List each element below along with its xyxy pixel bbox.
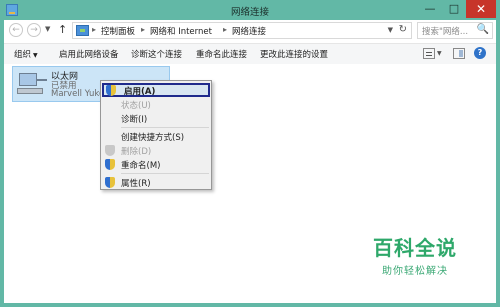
window-frame-bottom (0, 303, 500, 307)
network-cable-shape (37, 79, 47, 81)
menu-item-label: 删除(D) (121, 147, 152, 157)
view-chevron-down-icon[interactable]: ▼ (437, 50, 442, 57)
breadcrumb-separator-icon: ▸ (141, 25, 146, 34)
rename-connection-button[interactable]: 重命名此连接 (196, 48, 247, 60)
address-box[interactable]: ▸ 控制面板 ▸ 网络和 Internet ▸ 网络连接 ▼ ↻ (72, 22, 412, 39)
shield-icon (105, 145, 115, 156)
maximize-button[interactable]: □ (442, 0, 466, 18)
refresh-icon[interactable]: ↻ (399, 24, 407, 35)
shield-icon (106, 85, 116, 96)
organize-label: 组织 (14, 50, 32, 60)
breadcrumb-separator-icon: ▸ (223, 25, 228, 34)
close-button[interactable]: ✕ (466, 0, 496, 18)
menu-item-enable[interactable]: 启用(A) (102, 83, 210, 97)
context-menu: 启用(A) 状态(U) 诊断(I) 创建快捷方式(S) 删除(D) 重命名(M)… (100, 80, 212, 190)
diagnose-connection-button[interactable]: 诊断这个连接 (131, 48, 182, 60)
breadcrumb-separator-icon: ▸ (92, 25, 97, 34)
view-options-icon[interactable] (423, 48, 435, 59)
menu-separator (121, 127, 209, 128)
menu-item-label: 诊断(I) (121, 115, 148, 125)
menu-item-properties[interactable]: 属性(R) (101, 175, 211, 191)
menu-item-label: 创建快捷方式(S) (121, 133, 185, 143)
change-settings-button[interactable]: 更改此连接的设置 (260, 48, 328, 60)
menu-separator (121, 173, 209, 174)
address-bar: ← → ▼ ↑ ▸ 控制面板 ▸ 网络和 Internet ▸ 网络连接 ▼ ↻… (4, 20, 496, 42)
menu-item-label: 启用(A) (124, 87, 156, 97)
minimize-button[interactable]: — (418, 0, 442, 18)
menu-item-label: 属性(R) (121, 179, 151, 189)
address-chevron-down-icon[interactable]: ▼ (388, 26, 393, 34)
control-panel-icon (76, 25, 89, 36)
search-icon[interactable]: 🔍 (477, 24, 489, 35)
menu-item-rename[interactable]: 重命名(M) (101, 157, 211, 173)
breadcrumb-network-connections[interactable]: 网络连接 (232, 25, 266, 37)
breadcrumb-control-panel[interactable]: 控制面板 (101, 25, 135, 37)
network-adapter-icon (17, 71, 49, 97)
computer-base-shape (17, 88, 43, 94)
chevron-down-icon: ▼ (33, 52, 38, 59)
shield-icon (105, 159, 115, 170)
breadcrumb-network-internet[interactable]: 网络和 Internet (150, 25, 212, 37)
command-toolbar: 组织 ▼ 启用此网络设备 诊断这个连接 重命名此连接 更改此连接的设置 ▼ ? (4, 43, 496, 65)
menu-item-diagnose[interactable]: 诊断(I) (101, 111, 211, 127)
organize-button[interactable]: 组织 ▼ (14, 48, 38, 60)
help-icon[interactable]: ? (474, 47, 486, 59)
enable-device-button[interactable]: 启用此网络设备 (59, 48, 119, 60)
watermark-main-text: 百科全说 (373, 236, 457, 260)
menu-item-label: 重命名(M) (121, 161, 161, 171)
recent-locations-chevron-down-icon[interactable]: ▼ (45, 25, 50, 33)
title-bar[interactable]: 网络连接 — □ ✕ (0, 0, 500, 20)
up-button[interactable]: ↑ (58, 23, 67, 36)
search-placeholder: 搜索"网络... (422, 27, 469, 37)
back-button[interactable]: ← (9, 23, 23, 37)
preview-pane-icon[interactable] (453, 48, 465, 59)
computer-screen-shape (19, 73, 37, 86)
menu-item-label: 状态(U) (121, 101, 151, 111)
watermark-sub-text: 助你轻松解决 (382, 266, 448, 277)
search-input[interactable]: 搜索"网络... 🔍 (417, 22, 493, 39)
forward-button[interactable]: → (27, 23, 41, 37)
window-frame-right (496, 0, 500, 307)
shield-icon (105, 177, 115, 188)
watermark-logo: 百科全说 助你轻松解决 (365, 232, 465, 277)
